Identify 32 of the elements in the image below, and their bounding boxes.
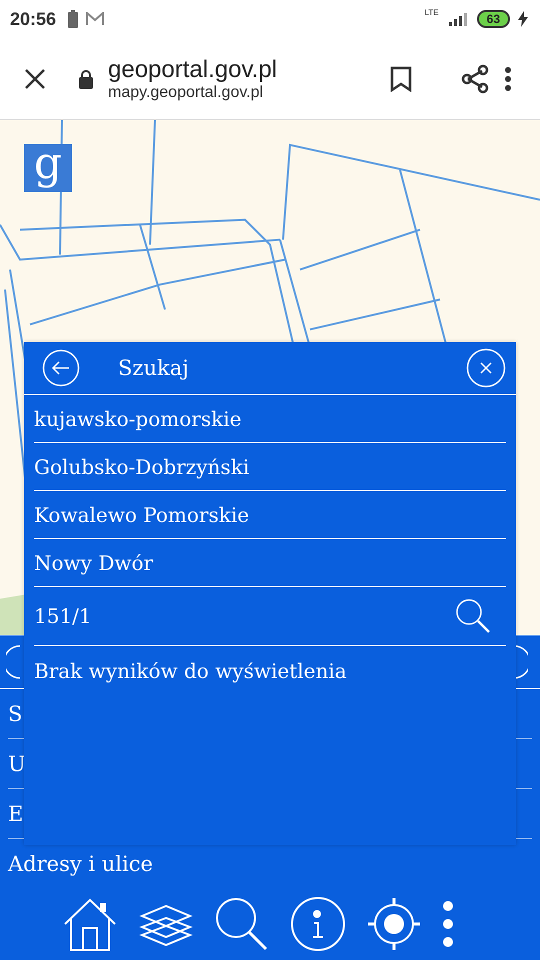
menu-item[interactable]: S bbox=[8, 702, 22, 726]
site-logo[interactable]: g bbox=[24, 144, 72, 192]
battery-level: 63 bbox=[476, 10, 510, 28]
share-icon[interactable] bbox=[460, 64, 490, 94]
info-icon[interactable] bbox=[290, 896, 346, 952]
location-field[interactable]: Golubsko-Dobrzyński bbox=[34, 454, 250, 478]
search-icon[interactable] bbox=[454, 597, 492, 635]
page-title: geoportal.gov.pl bbox=[108, 56, 278, 84]
charging-icon bbox=[518, 11, 528, 27]
location-field[interactable]: kujawsko-pomorskie bbox=[34, 406, 242, 430]
battery-icon bbox=[68, 10, 78, 28]
menu-item[interactable]: U bbox=[8, 752, 26, 776]
bookmark-icon[interactable] bbox=[390, 66, 412, 92]
lock-icon bbox=[78, 68, 94, 88]
back-icon[interactable] bbox=[42, 349, 80, 387]
menu-item[interactable]: Adresy i ulice bbox=[8, 852, 153, 876]
location-field[interactable]: Kowalewo Pomorskie bbox=[34, 502, 250, 526]
search-icon[interactable] bbox=[214, 896, 270, 952]
location-field[interactable]: Nowy Dwór bbox=[34, 550, 154, 574]
close-icon[interactable] bbox=[24, 68, 46, 90]
network-label: LTE bbox=[424, 8, 439, 17]
mail-icon bbox=[86, 12, 104, 26]
home-icon[interactable] bbox=[62, 896, 118, 952]
menu-item[interactable]: E bbox=[8, 802, 24, 826]
page-url: mapy.geoportal.gov.pl bbox=[108, 84, 264, 102]
signal-icon bbox=[446, 12, 469, 26]
search-field[interactable]: 151/1 bbox=[34, 604, 92, 628]
no-results-message: Brak wyników do wyświetlenia bbox=[34, 659, 347, 683]
panel-title: Szukaj bbox=[118, 356, 189, 380]
more-icon[interactable] bbox=[504, 66, 512, 92]
locate-icon[interactable] bbox=[366, 896, 422, 952]
status-time: 20:56 bbox=[10, 8, 56, 30]
